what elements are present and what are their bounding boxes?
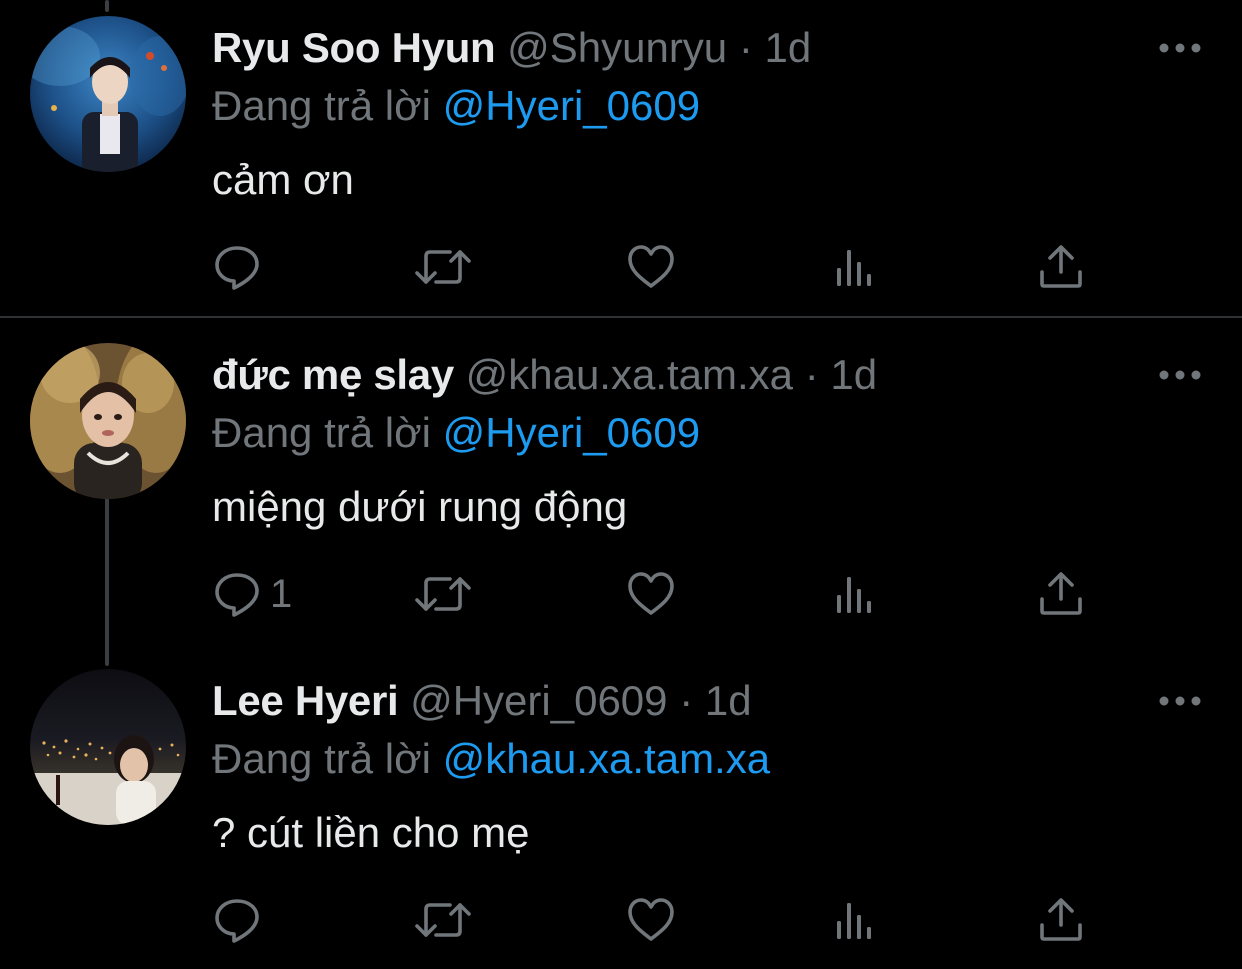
retweet-icon [415,903,471,937]
user-handle[interactable]: @Shyunryu [507,24,727,71]
tweet[interactable]: Lee Hyeri @Hyeri_0609 · 1d Đang trả lời … [0,653,1242,969]
reply-button[interactable] [212,240,262,294]
separator-dot: · [679,677,694,724]
avatar[interactable] [30,16,186,172]
timestamp[interactable]: 1d [830,351,877,398]
views-button[interactable] [834,240,878,294]
share-button[interactable] [1038,893,1084,947]
tweet-text: miệng dưới rung động [212,483,628,530]
retweet-button[interactable] [414,240,472,294]
replying-to-label: Đang trả lời [212,409,431,456]
replying-to: Đang trả lời @khau.xa.tam.xa [212,733,770,785]
more-options-icon[interactable] [1156,691,1204,711]
tweet-actions [0,222,1242,312]
retweet-button[interactable] [414,893,472,947]
views-button[interactable] [834,893,878,947]
timestamp[interactable]: 1d [765,24,812,71]
avatar[interactable] [30,669,186,825]
like-button[interactable] [626,567,676,621]
more-options-icon[interactable] [1156,38,1204,58]
avatar[interactable] [30,343,186,499]
tweet[interactable]: đức mẹ slay @khau.xa.tam.xa · 1d Đang tr… [0,327,1242,643]
like-icon [628,572,674,615]
reply-icon [215,246,259,290]
display-name[interactable]: đức mẹ slay [212,351,454,398]
tweet-text: ? cút liền cho mẹ [212,809,530,856]
views-icon [837,903,871,939]
separator-dot: · [738,24,753,71]
reply-button[interactable] [212,893,262,947]
views-icon [837,577,871,613]
reply-icon [215,899,259,943]
display-name[interactable]: Ryu Soo Hyun [212,24,496,71]
share-icon [1040,572,1082,615]
more-options-icon[interactable] [1156,365,1204,385]
tweet-header: Ryu Soo Hyun @Shyunryu · 1d [212,22,811,74]
retweet-icon [415,577,471,611]
like-button[interactable] [626,893,676,947]
tweet-text: cảm ơn [212,156,354,203]
reply-button[interactable]: 1 [212,567,292,621]
replying-to: Đang trả lời @Hyeri_0609 [212,407,700,459]
user-handle[interactable]: @Hyeri_0609 [410,677,667,724]
replying-to-label: Đang trả lời [212,82,431,129]
retweet-icon [415,250,471,284]
views-icon [837,250,871,286]
views-button[interactable] [834,567,878,621]
separator-dot: · [804,351,819,398]
replying-to-mention[interactable]: @Hyeri_0609 [443,82,700,129]
replying-to-mention[interactable]: @Hyeri_0609 [443,409,700,456]
timestamp[interactable]: 1d [705,677,752,724]
tweet-actions [0,875,1242,965]
replying-to-label: Đang trả lời [212,735,431,782]
like-icon [628,245,674,288]
share-icon [1040,898,1082,941]
replying-to: Đang trả lời @Hyeri_0609 [212,80,700,132]
share-icon [1040,245,1082,288]
display-name[interactable]: Lee Hyeri [212,677,399,724]
like-button[interactable] [626,240,676,294]
tweet[interactable]: Ryu Soo Hyun @Shyunryu · 1d Đang trả lời… [0,0,1242,316]
tweet-header: Lee Hyeri @Hyeri_0609 · 1d [212,675,752,727]
user-handle[interactable]: @khau.xa.tam.xa [466,351,793,398]
reply-icon [215,573,259,617]
tweet-header: đức mẹ slay @khau.xa.tam.xa · 1d [212,349,877,401]
replying-to-mention[interactable]: @khau.xa.tam.xa [443,735,770,782]
reply-count: 1 [270,571,293,616]
like-icon [628,898,674,941]
retweet-button[interactable] [414,567,472,621]
share-button[interactable] [1038,240,1084,294]
tweet-divider [0,316,1242,318]
share-button[interactable] [1038,567,1084,621]
tweet-actions: 1 [0,549,1242,639]
